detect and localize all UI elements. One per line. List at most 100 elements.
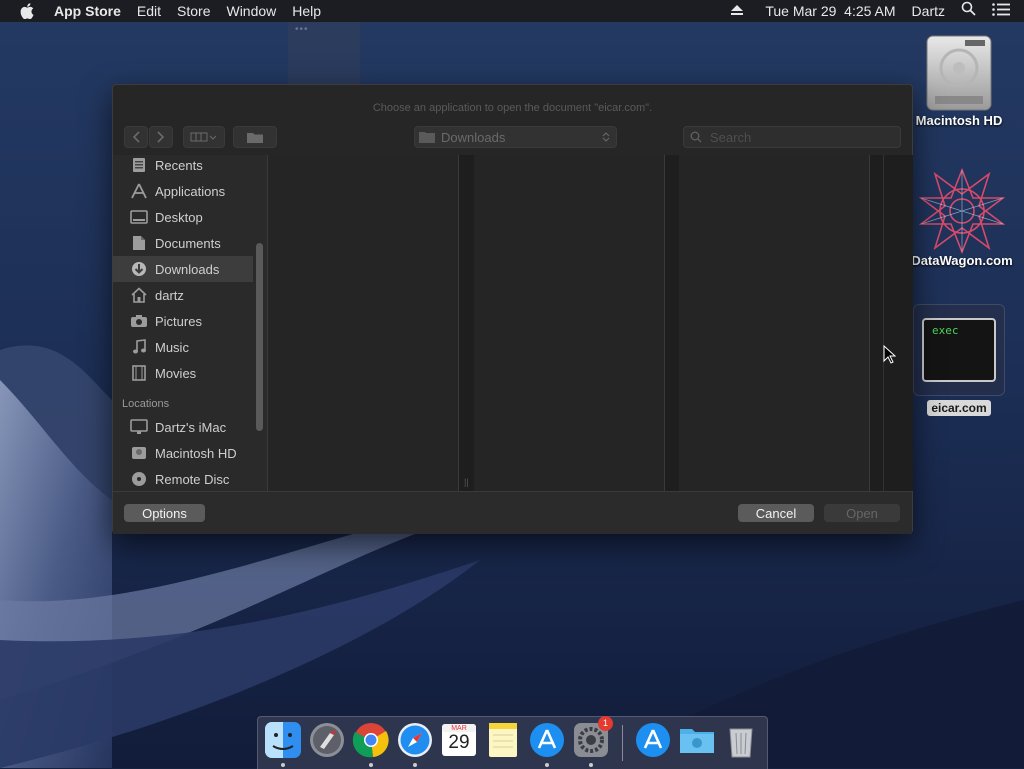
sidebar-item-label: Desktop (155, 209, 203, 225)
sidebar-item-label: Documents (155, 235, 221, 251)
downloads-folder-icon (419, 132, 435, 143)
location-label: Downloads (441, 129, 506, 145)
sidebar-item-label: Dartz's iMac (155, 419, 227, 435)
open-with-dialog: Choose an application to open the docume… (112, 84, 913, 534)
downloads-folder-icon (680, 729, 714, 753)
dock-trash[interactable] (722, 721, 760, 759)
exec-text: exec (932, 324, 959, 337)
eject-icon[interactable] (717, 0, 757, 22)
sidebar-item-label: Pictures (155, 313, 202, 329)
selection-highlight: exec (913, 304, 1005, 396)
options-button[interactable]: Options (124, 504, 205, 522)
menubar-clock[interactable]: Tue Mar 29 4:25 AM (757, 0, 903, 22)
dock-downloads-folder[interactable] (678, 721, 716, 759)
column-divider[interactable] (664, 155, 665, 491)
trash-icon (729, 728, 753, 758)
sidebar-item-downloads[interactable]: Downloads (113, 256, 253, 282)
sidebar-item-pictures[interactable]: Pictures (113, 308, 253, 334)
desktop-icon-label: eicar.com (927, 400, 991, 416)
sidebar-item-documents[interactable]: Documents (113, 230, 253, 256)
sidebar: Recents Applications Desktop Documents D… (113, 155, 267, 491)
menu-edit[interactable]: Edit (129, 0, 169, 22)
notification-badge: 1 (598, 716, 613, 731)
terminal-exec-icon: exec (922, 318, 996, 382)
menu-app-name[interactable]: App Store (46, 0, 129, 22)
datawagon-logo-icon (918, 167, 1006, 255)
notification-center-icon[interactable] (984, 0, 1024, 22)
imac-icon (130, 418, 148, 436)
desktop-icon-eicar[interactable]: exec eicar.com (912, 304, 1006, 416)
view-mode-button[interactable] (183, 126, 225, 148)
running-indicator (369, 763, 373, 767)
search-input[interactable] (708, 128, 892, 146)
column-browser: || (267, 155, 913, 491)
menu-store[interactable]: Store (169, 0, 218, 22)
finder-icon (265, 722, 301, 758)
dock-finder[interactable] (264, 721, 302, 759)
dock-system-preferences[interactable]: 1 (572, 716, 613, 759)
new-folder-button[interactable] (233, 126, 277, 148)
sidebar-item-applications[interactable]: Applications (113, 178, 253, 204)
dock-app-store[interactable] (528, 721, 566, 759)
sidebar-section-locations: Locations (122, 398, 170, 410)
app-store-icon (530, 723, 564, 757)
dock-launchpad[interactable] (308, 721, 346, 759)
browser-column-2[interactable] (474, 155, 664, 491)
dock-calendar[interactable]: MAR 29 (440, 721, 478, 759)
dock-chrome[interactable] (352, 721, 390, 759)
search-field[interactable] (683, 126, 901, 148)
calendar-day: 29 (448, 732, 470, 753)
sidebar-item-label: dartz (155, 287, 184, 303)
window-ghost-dots: ••• (295, 24, 309, 35)
recents-icon (130, 156, 148, 174)
menu-help[interactable]: Help (284, 0, 329, 22)
launchpad-icon (310, 723, 344, 757)
chevron-left-icon (132, 131, 140, 143)
forward-button[interactable] (149, 126, 173, 148)
sidebar-item-label: Remote Disc (155, 471, 230, 487)
documents-icon (130, 234, 148, 252)
desktop-icon-datawagon[interactable]: DataWagon.com (904, 167, 1020, 268)
menubar-user[interactable]: Dartz (904, 0, 953, 22)
desktop-icon-macintosh-hd[interactable]: Macintosh HD (912, 30, 1006, 128)
dialog-footer: Options Cancel Open (113, 491, 912, 534)
home-icon (130, 286, 148, 304)
sidebar-item-label: Movies (155, 365, 197, 381)
updown-chevron-icon (602, 132, 610, 142)
menu-window[interactable]: Window (218, 0, 284, 22)
cancel-button[interactable]: Cancel (738, 504, 814, 522)
location-popup[interactable]: Downloads (414, 126, 617, 148)
disk-icon (130, 444, 148, 462)
browser-column-3[interactable] (679, 155, 869, 491)
dock-notes[interactable] (484, 721, 522, 759)
sidebar-item-home[interactable]: dartz (113, 282, 253, 308)
dock-separator (622, 725, 623, 761)
sidebar-item-movies[interactable]: Movies (113, 360, 253, 386)
chevron-right-icon (157, 131, 165, 143)
running-indicator (281, 763, 285, 767)
apple-menu[interactable] (0, 3, 46, 19)
sidebar-item-desktop[interactable]: Desktop (113, 204, 253, 230)
sidebar-item-label: Macintosh HD (155, 445, 237, 461)
sidebar-item-remote-disc[interactable]: Remote Disc (113, 466, 253, 491)
camera-icon (130, 312, 148, 330)
spotlight-icon[interactable] (953, 0, 984, 22)
sidebar-item-label: Music (155, 339, 189, 355)
dock-app-store-2[interactable] (634, 721, 672, 759)
back-button[interactable] (124, 126, 148, 148)
sidebar-item-imac[interactable]: Dartz's iMac (113, 414, 253, 440)
sidebar-scrollbar[interactable] (256, 243, 263, 431)
remote-disc-icon (130, 470, 148, 488)
menu-bar: App Store Edit Store Window Help Tue Mar… (0, 0, 1024, 22)
browser-column-1[interactable] (268, 155, 458, 491)
sidebar-item-music[interactable]: Music (113, 334, 253, 360)
column-resize-handle[interactable]: || (464, 477, 469, 487)
column-divider[interactable] (869, 155, 870, 491)
chrome-icon (352, 723, 389, 758)
sidebar-item-macintosh-hd[interactable]: Macintosh HD (113, 440, 253, 466)
open-button[interactable]: Open (824, 504, 900, 522)
dock-safari[interactable] (396, 721, 434, 759)
downloads-icon (130, 260, 148, 278)
column-divider[interactable] (458, 155, 459, 491)
sidebar-item-recents[interactable]: Recents (113, 155, 253, 178)
